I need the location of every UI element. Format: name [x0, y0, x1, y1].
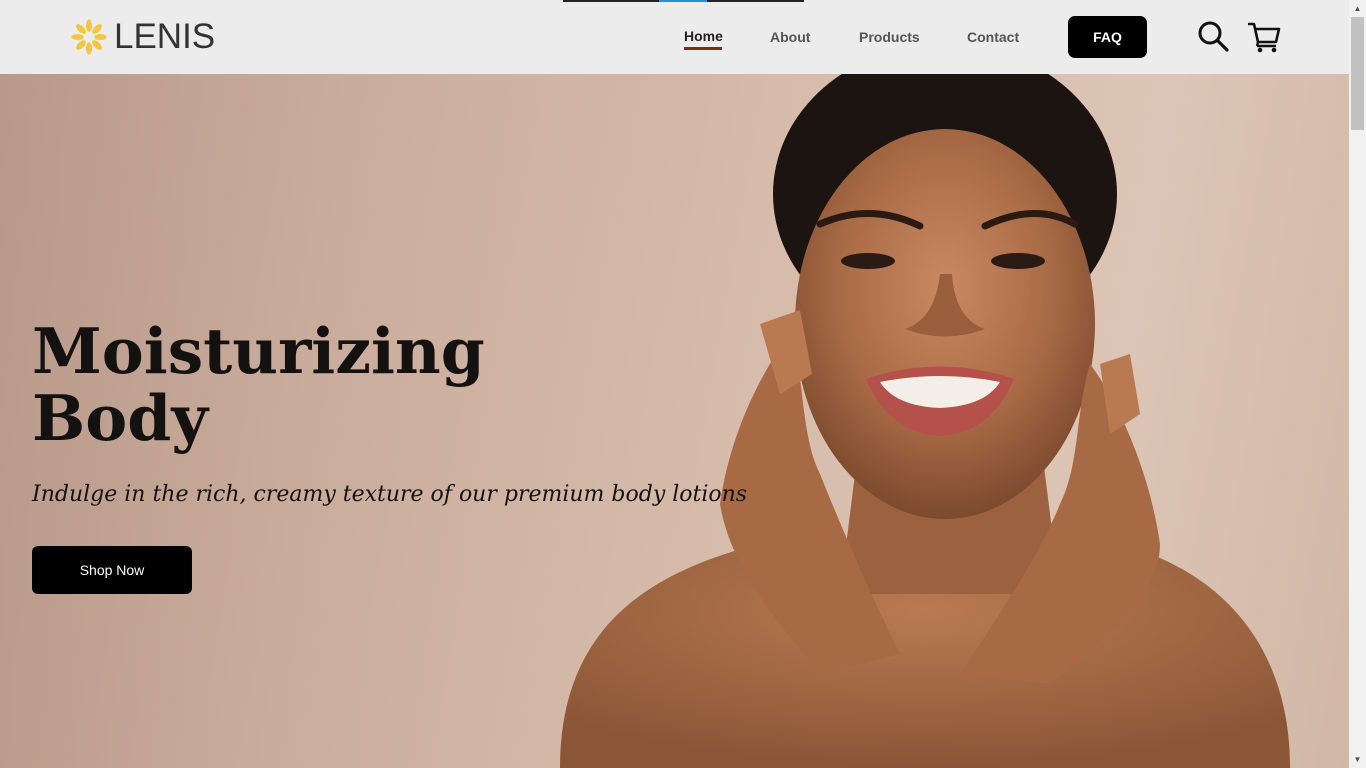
nav-products[interactable]: Products	[859, 28, 920, 46]
nav-home[interactable]: Home	[684, 27, 723, 45]
scroll-up-icon[interactable]: ▲	[1349, 0, 1366, 17]
page-scrollbar[interactable]: ▲ ▼	[1349, 0, 1366, 768]
logo-text: LENIS	[114, 17, 216, 56]
top-progress-bar-active	[659, 0, 707, 2]
site-header: LENIS Home About Products Contact FAQ	[0, 0, 1349, 74]
nav-contact[interactable]: Contact	[967, 28, 1019, 46]
scroll-thumb[interactable]	[1351, 17, 1364, 130]
hero-subtitle: Indulge in the rich, creamy texture of o…	[32, 482, 748, 507]
nav-active-underline	[684, 47, 722, 50]
faq-button[interactable]: FAQ	[1068, 16, 1147, 58]
hero-title: Moisturizing Body	[32, 318, 632, 452]
shop-now-button[interactable]: Shop Now	[32, 546, 192, 594]
cart-icon[interactable]	[1248, 20, 1282, 54]
page: LENIS Home About Products Contact FAQ Mo…	[0, 0, 1366, 768]
logo[interactable]: LENIS	[70, 18, 215, 56]
hero-title-line2: Body	[32, 381, 208, 455]
hero-section: Moisturizing Body Indulge in the rich, c…	[0, 74, 1349, 768]
scroll-down-icon[interactable]: ▼	[1349, 751, 1366, 768]
search-icon[interactable]	[1197, 20, 1231, 54]
hero-title-line1: Moisturizing	[32, 314, 485, 388]
nav-about[interactable]: About	[770, 28, 810, 46]
sun-flower-icon	[71, 19, 107, 55]
